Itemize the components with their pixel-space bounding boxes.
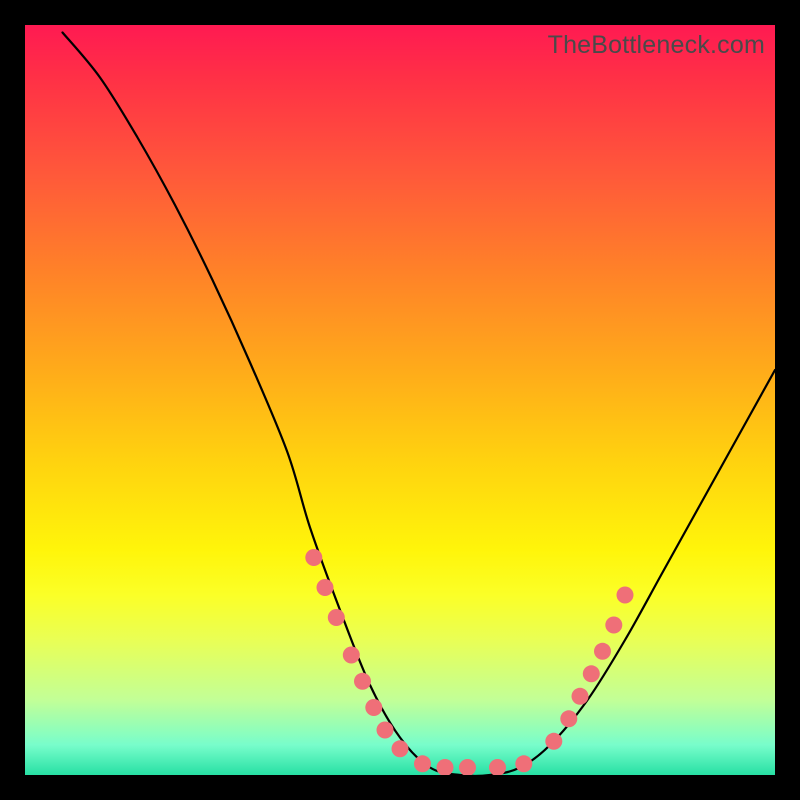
marker-dot [377,722,394,739]
marker-dot [317,579,334,596]
marker-dot [365,699,382,716]
marker-dot [343,647,360,664]
marker-dot [414,755,431,772]
marker-dot [605,617,622,634]
marker-dot [572,688,589,705]
marker-dot [545,733,562,750]
marker-dot [594,643,611,660]
chart-frame: TheBottleneck.com [0,0,800,800]
marker-dot [489,759,506,775]
marker-dot [354,673,371,690]
marker-dot [437,759,454,775]
marker-dot [305,549,322,566]
bottleneck-curve-path [63,33,776,776]
marker-dot [328,609,345,626]
curve-svg [25,25,775,775]
marker-dot [392,740,409,757]
marker-dot [515,755,532,772]
plot-area: TheBottleneck.com [25,25,775,775]
marker-dot [560,710,577,727]
marker-dot [583,665,600,682]
marker-dots-group [305,549,633,775]
marker-dot [459,759,476,775]
marker-dot [617,587,634,604]
